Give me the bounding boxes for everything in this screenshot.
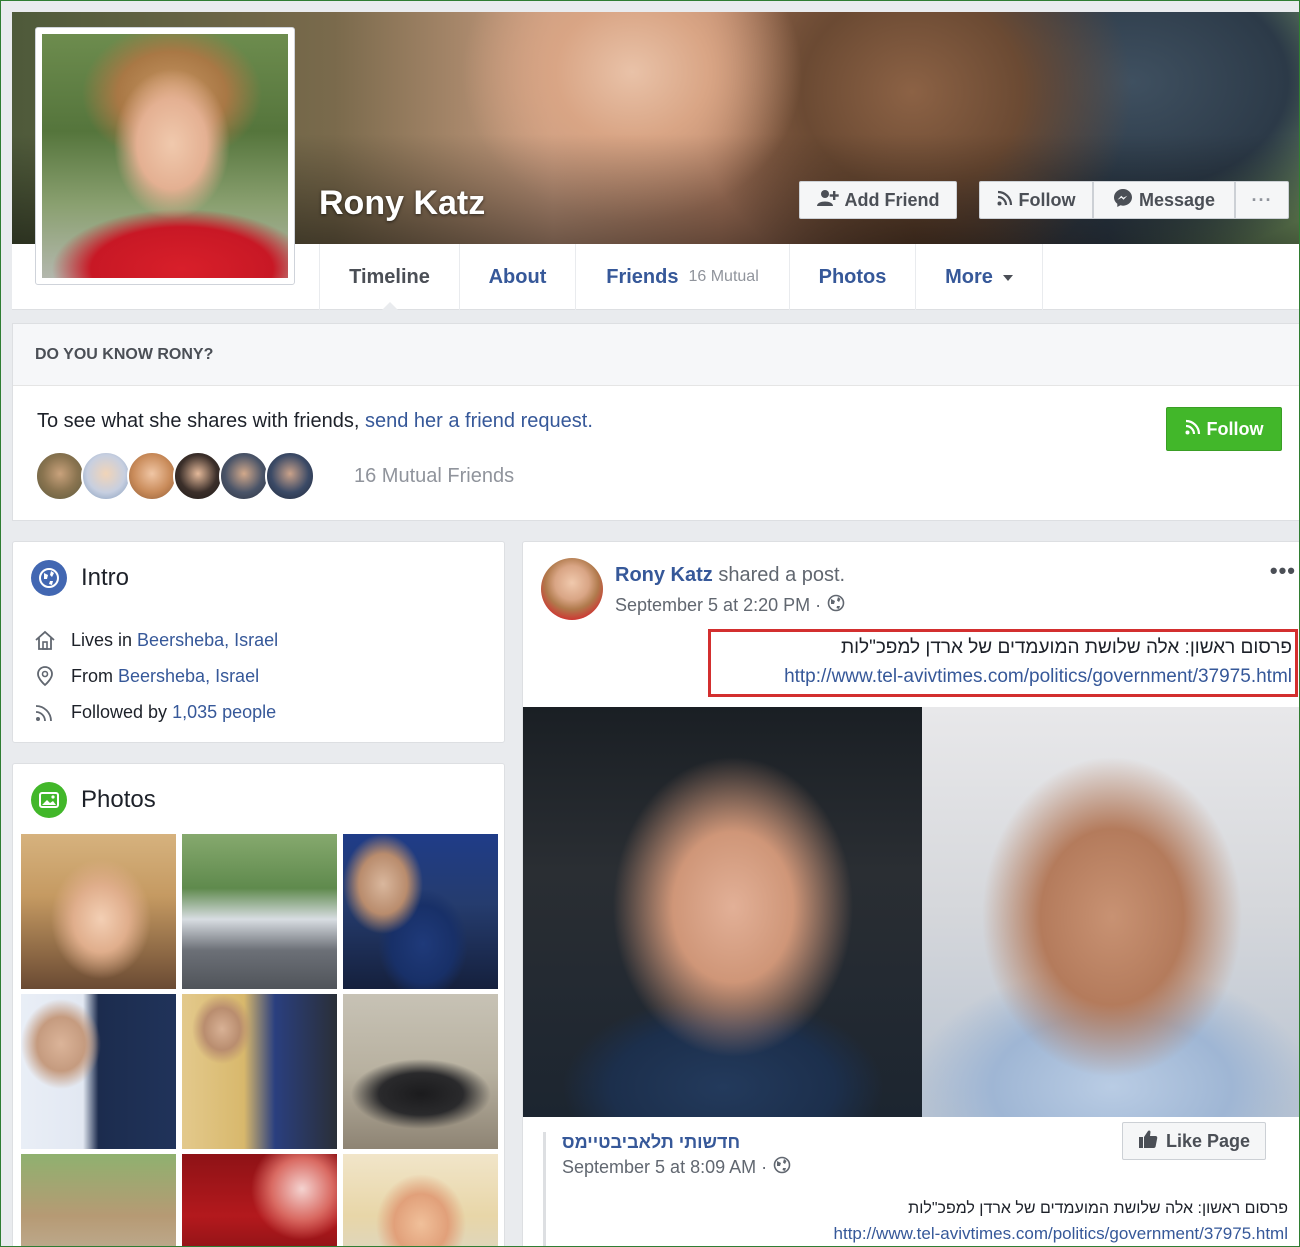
intro-from: From Beersheba, Israel [33,664,259,688]
post-action: shared a post. [712,564,846,586]
avatar[interactable] [127,451,177,501]
photo-thumbnail[interactable] [21,994,176,1149]
location-pin-icon [33,664,57,688]
intro-card: Intro Lives in Beersheba, Israel From Be… [12,541,505,743]
friend-request-prompt: To see what she shares with friends, sen… [37,410,593,433]
tab-about[interactable]: About [460,244,576,310]
post-header: Rony Katz shared a post. [615,564,845,587]
profile-picture[interactable] [35,27,295,285]
message-label: Message [1138,189,1216,210]
avatar[interactable] [541,558,603,620]
add-friend-icon [816,189,839,212]
messenger-icon [1113,188,1133,213]
original-post: חדשותי תלאביבטיימס September 5 at 8:09 A… [543,1122,1299,1246]
avatar[interactable] [35,451,85,501]
followed-by-prefix: Followed by [71,701,173,722]
send-friend-request-link[interactable]: send her a friend request. [365,410,593,432]
avatar[interactable] [219,451,269,501]
photo-thumbnail[interactable] [343,834,498,989]
avatar[interactable] [81,451,131,501]
tab-timeline[interactable]: Timeline [319,244,460,311]
do-you-know-heading: DO YOU KNOW RONY? [13,324,1299,386]
shared-timestamp: September 5 at 8:09 AM · [562,1156,791,1179]
prompt-text: To see what she shares with friends, [37,410,365,432]
profile-picture-image [42,34,288,278]
post-time-text[interactable]: September 5 at 2:20 PM · [615,595,821,616]
tab-more[interactable]: More [916,244,1043,310]
photo-thumbnail[interactable] [182,994,337,1149]
photos-title-label: Photos [81,786,156,813]
mutual-friends-count[interactable]: 16 Mutual Friends [354,465,514,488]
shared-post: Rony Katz shared a post. September 5 at … [522,541,1299,1246]
shared-time-text[interactable]: September 5 at 8:09 AM · [562,1157,767,1178]
profile-page: Rony Katz Add Friend Follow Message ··· … [0,0,1300,1247]
tab-about-label: About [488,265,547,288]
post-image-right [922,707,1299,1117]
shared-page-name[interactable]: חדשותי תלאביבטיימס [562,1132,740,1153]
post-options-button[interactable]: ••• [1270,558,1296,584]
chevron-down-icon [1002,275,1013,281]
shared-hebrew-text: פרסום ראשון: אלה שלושת המועמדים של ארדן … [908,1200,1288,1217]
profile-name[interactable]: Rony Katz [319,184,485,223]
do-you-know-card: DO YOU KNOW RONY? To see what she shares… [12,323,1299,521]
tab-timeline-label: Timeline [349,265,430,288]
lives-in-text: Lives in Beersheba, Israel [71,630,278,651]
message-button[interactable]: Message [1093,181,1235,219]
from-text: From Beersheba, Israel [71,666,259,687]
like-page-label: Like Page [1165,1130,1251,1151]
intro-followed-by: Followed by 1,035 people [33,700,276,724]
tab-friends-mutual-count: 16 Mutual [688,268,759,285]
avatar[interactable] [265,451,315,501]
more-options-button[interactable]: ··· [1235,181,1289,219]
lives-in-prefix: Lives in [71,629,138,650]
rss-icon [997,190,1013,211]
tab-friends-label: Friends [606,265,679,288]
post-link[interactable]: http://www.tel-avivtimes.com/politics/go… [784,666,1292,688]
post-image-left [523,707,922,1117]
from-prefix: From [71,665,118,686]
from-link[interactable]: Beersheba, Israel [118,666,259,686]
globe-icon [31,560,67,596]
post-image[interactable] [523,707,1299,1117]
add-friend-label: Add Friend [844,189,940,210]
photo-thumbnail[interactable] [343,1154,498,1246]
home-icon [33,628,57,652]
photo-thumbnail[interactable] [343,994,498,1149]
globe-icon [827,594,845,617]
avatar[interactable] [173,451,223,501]
photo-thumbnail[interactable] [182,1154,337,1246]
tab-photos[interactable]: Photos [790,244,916,310]
followed-by-text: Followed by 1,035 people [71,702,276,723]
rss-icon [33,700,57,724]
active-tab-caret [380,302,399,311]
intro-title-label: Intro [81,564,130,591]
post-author[interactable]: Rony Katz [615,564,713,586]
rss-icon [1185,419,1201,440]
photos-title: Photos [31,782,156,818]
tab-friends[interactable]: Friends 16 Mutual [576,244,790,310]
intro-lives-in: Lives in Beersheba, Israel [33,628,278,652]
globe-icon [773,1156,791,1179]
photo-thumbnail[interactable] [182,834,337,989]
photo-thumbnail[interactable] [21,1154,176,1246]
add-friend-button[interactable]: Add Friend [799,181,957,219]
intro-title: Intro [31,560,129,596]
photo-icon [31,782,67,818]
follow-green-button[interactable]: Follow [1166,407,1282,451]
thumbs-up-icon [1138,1129,1158,1154]
post-hebrew-text: פרסום ראשון: אלה שלושת המועמדים של ארדן … [840,637,1292,658]
follow-green-label: Follow [1206,418,1264,439]
post-timestamp: September 5 at 2:20 PM · [615,594,845,617]
lives-in-link[interactable]: Beersheba, Israel [137,630,278,650]
tab-photos-label: Photos [818,265,887,288]
mutual-friends-avatars [35,451,315,501]
followers-link[interactable]: 1,035 people [172,702,276,722]
photo-thumbnail[interactable] [21,834,176,989]
follow-label: Follow [1018,189,1076,210]
tab-more-label: More [945,265,993,288]
shared-link[interactable]: http://www.tel-avivtimes.com/politics/go… [834,1224,1288,1244]
like-page-button[interactable]: Like Page [1122,1122,1266,1160]
photos-card: Photos [12,763,505,1246]
follow-button[interactable]: Follow [979,181,1093,219]
